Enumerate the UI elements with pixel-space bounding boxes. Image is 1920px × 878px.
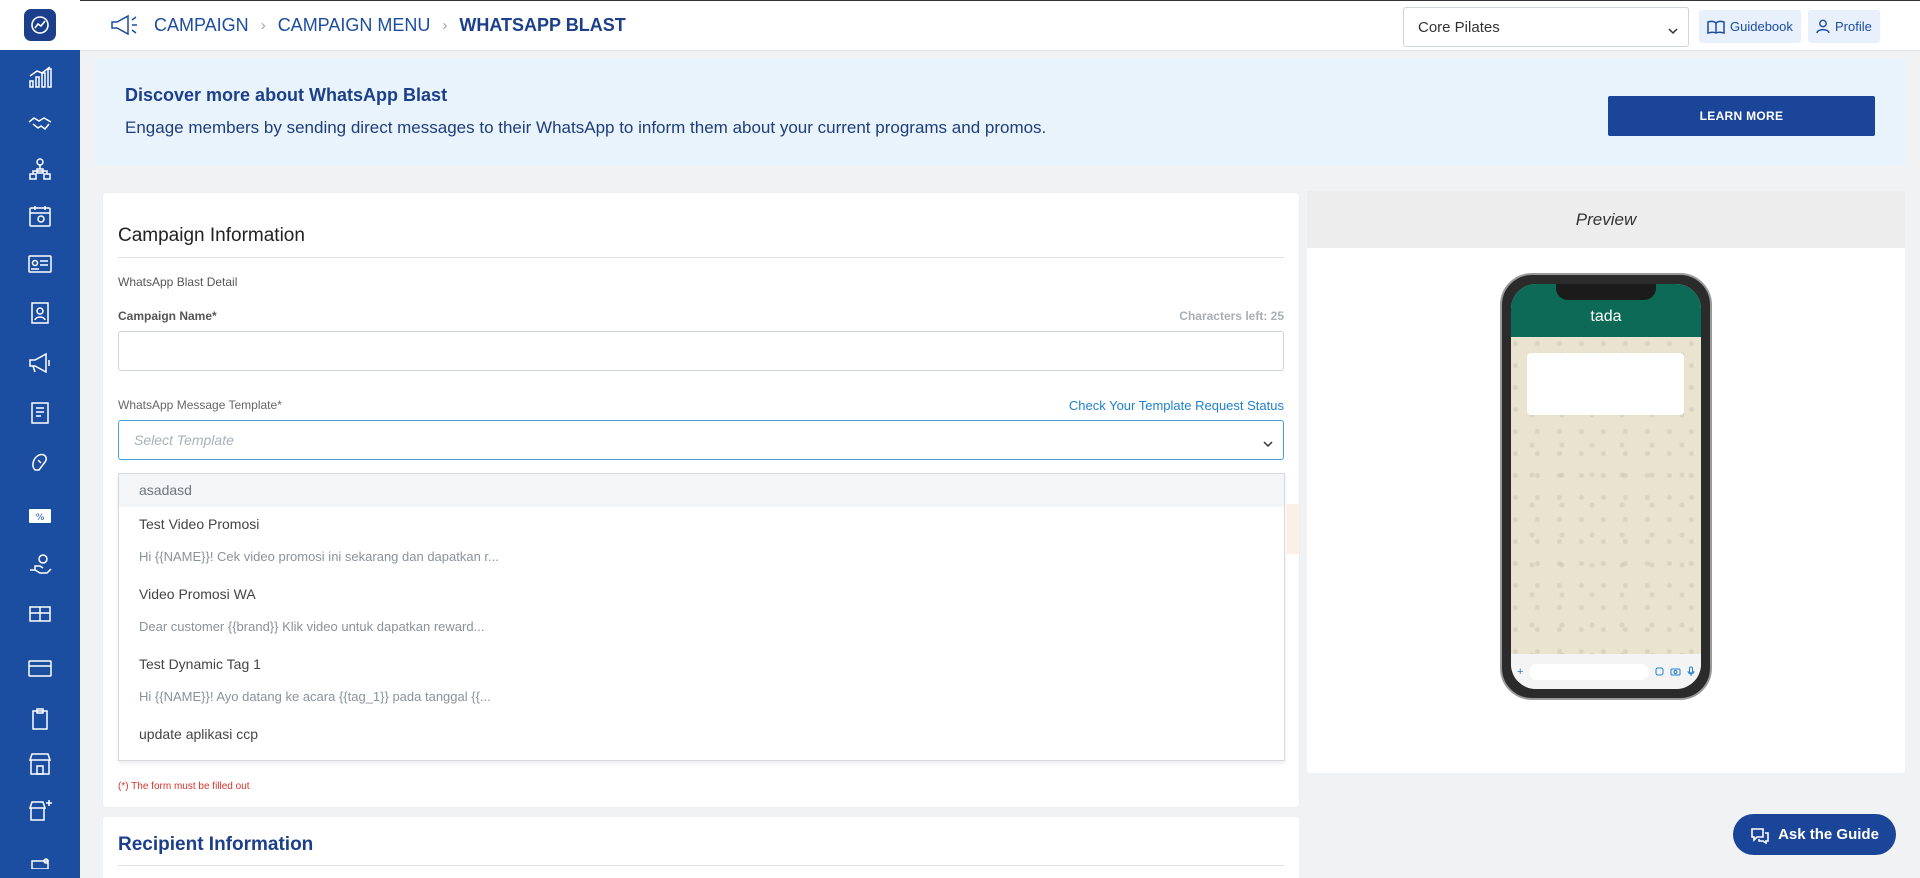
info-banner: Discover more about WhatsApp Blast Engag… bbox=[94, 59, 1906, 165]
phone-mockup: tada + bbox=[1500, 273, 1712, 700]
learn-more-button[interactable]: LEARN MORE bbox=[1608, 96, 1875, 136]
guidebook-label: Guidebook bbox=[1730, 19, 1793, 34]
template-select-placeholder: Select Template bbox=[134, 432, 234, 448]
required-note: (*) The form must be filled out bbox=[118, 781, 250, 792]
nav-campaign-icon[interactable] bbox=[0, 340, 80, 386]
warning-strip bbox=[1287, 504, 1299, 554]
nav-store-icon[interactable] bbox=[0, 741, 80, 787]
breadcrumb-current: WHATSAPP BLAST bbox=[459, 14, 626, 35]
nav-add-outlet-icon[interactable] bbox=[0, 787, 80, 833]
campaign-name-input[interactable] bbox=[118, 331, 1284, 371]
chat-bubble-icon bbox=[1750, 826, 1770, 844]
breadcrumb: CAMPAIGN › CAMPAIGN MENU › WHATSAPP BLAS… bbox=[110, 14, 626, 36]
profile-button[interactable]: Profile bbox=[1808, 10, 1880, 43]
template-option[interactable]: Video Promosi WA Dear customer {{brand}}… bbox=[119, 577, 1284, 647]
nav-loyalty-icon[interactable] bbox=[0, 440, 80, 486]
plus-icon: + bbox=[1517, 665, 1524, 678]
preview-title: Preview bbox=[1307, 191, 1905, 248]
template-option-title: update aplikasi ccp bbox=[139, 726, 259, 742]
template-option[interactable]: Test Dynamic Tag 1 Hi {{NAME}}! Ayo data… bbox=[119, 647, 1284, 717]
banner-title: Discover more about WhatsApp Blast bbox=[125, 85, 448, 105]
template-option-subtitle: Dear customer {{brand}} Klik video untuk… bbox=[139, 619, 485, 634]
nav-payment-icon[interactable] bbox=[0, 645, 80, 691]
breadcrumb-campaign[interactable]: CAMPAIGN bbox=[154, 15, 249, 36]
template-option[interactable]: update aplikasi ccp bbox=[119, 717, 1284, 760]
nav-member-card-icon[interactable] bbox=[0, 241, 80, 287]
characters-left: Characters left: 25 bbox=[1179, 309, 1284, 323]
section-label: WhatsApp Blast Detail bbox=[118, 275, 238, 289]
camera-icon bbox=[1670, 667, 1681, 676]
template-option-subtitle: Hi {{NAME}}! Cek video promosi ini sekar… bbox=[139, 549, 499, 564]
sidebar: % bbox=[0, 0, 80, 878]
template-option-title: Test Video Promosi bbox=[139, 516, 260, 532]
nav-gift-card-icon[interactable] bbox=[0, 591, 80, 637]
book-icon bbox=[1707, 20, 1725, 34]
microphone-icon bbox=[1687, 666, 1695, 677]
breadcrumb-separator-icon: › bbox=[260, 16, 266, 34]
chevron-down-icon bbox=[1668, 22, 1678, 39]
brand-select-value: Core Pilates bbox=[1418, 19, 1500, 36]
template-select[interactable]: Select Template bbox=[118, 420, 1284, 460]
nav-inventory-icon[interactable] bbox=[0, 696, 80, 742]
top-bar: CAMPAIGN › CAMPAIGN MENU › WHATSAPP BLAS… bbox=[80, 0, 1920, 51]
breadcrumb-separator-icon: › bbox=[442, 16, 448, 34]
nav-member-profile-icon[interactable] bbox=[0, 290, 80, 336]
profile-label: Profile bbox=[1835, 19, 1872, 34]
template-option[interactable]: Test Video Promosi Hi {{NAME}}! Cek vide… bbox=[119, 507, 1284, 577]
brand-select[interactable]: Core Pilates bbox=[1403, 7, 1689, 47]
nav-organization-icon[interactable] bbox=[0, 146, 80, 192]
template-option-subtitle: Hi {{NAME}}! Ayo datang ke acara {{tag_1… bbox=[139, 689, 491, 704]
chat-name: tada bbox=[1590, 308, 1622, 325]
svg-text:%: % bbox=[36, 513, 45, 523]
chat-input-field bbox=[1529, 663, 1649, 680]
chevron-down-icon bbox=[1263, 435, 1273, 451]
template-option[interactable]: asadasd bbox=[119, 474, 1284, 507]
guidebook-button[interactable]: Guidebook bbox=[1699, 10, 1801, 43]
app-logo-icon[interactable] bbox=[24, 9, 56, 41]
nav-calendar-icon[interactable] bbox=[0, 193, 80, 239]
user-icon bbox=[1816, 19, 1830, 34]
breadcrumb-campaign-menu[interactable]: CAMPAIGN MENU bbox=[278, 15, 431, 36]
divider bbox=[118, 865, 1284, 866]
template-option-title: Video Promosi WA bbox=[139, 586, 256, 602]
template-option-title: Test Dynamic Tag 1 bbox=[139, 656, 261, 672]
logo-area bbox=[0, 0, 80, 50]
chat-area bbox=[1511, 337, 1701, 654]
nav-report-icon[interactable] bbox=[0, 390, 80, 436]
megaphone-icon bbox=[110, 14, 140, 36]
ask-the-guide-label: Ask the Guide bbox=[1778, 826, 1879, 843]
ask-the-guide-button[interactable]: Ask the Guide bbox=[1733, 814, 1896, 855]
banner-description: Engage members by sending direct message… bbox=[125, 118, 1047, 137]
message-bubble bbox=[1527, 353, 1684, 415]
nav-analytics-icon[interactable] bbox=[0, 54, 80, 100]
phone-notch bbox=[1556, 284, 1656, 300]
campaign-name-label: Campaign Name* bbox=[118, 309, 217, 323]
chat-input-bar: + bbox=[1511, 654, 1701, 689]
nav-rewards-icon[interactable] bbox=[0, 542, 80, 588]
recipient-information-card: Recipient Information bbox=[103, 817, 1299, 878]
sticker-icon bbox=[1655, 667, 1664, 676]
card-title: Campaign Information bbox=[118, 225, 305, 246]
template-option-title: asadasd bbox=[139, 482, 192, 498]
nav-partnership-icon[interactable] bbox=[0, 100, 80, 146]
template-dropdown: asadasd Test Video Promosi Hi {{NAME}}! … bbox=[118, 473, 1285, 761]
nav-more-icon[interactable] bbox=[0, 833, 80, 878]
template-status-link[interactable]: Check Your Template Request Status bbox=[1069, 398, 1284, 413]
template-label: WhatsApp Message Template* bbox=[118, 398, 282, 412]
preview-panel: Preview tada + bbox=[1307, 191, 1905, 773]
phone-screen: tada + bbox=[1511, 284, 1701, 689]
divider bbox=[118, 257, 1284, 258]
nav-voucher-icon[interactable]: % bbox=[0, 493, 80, 539]
card-title: Recipient Information bbox=[118, 834, 314, 855]
